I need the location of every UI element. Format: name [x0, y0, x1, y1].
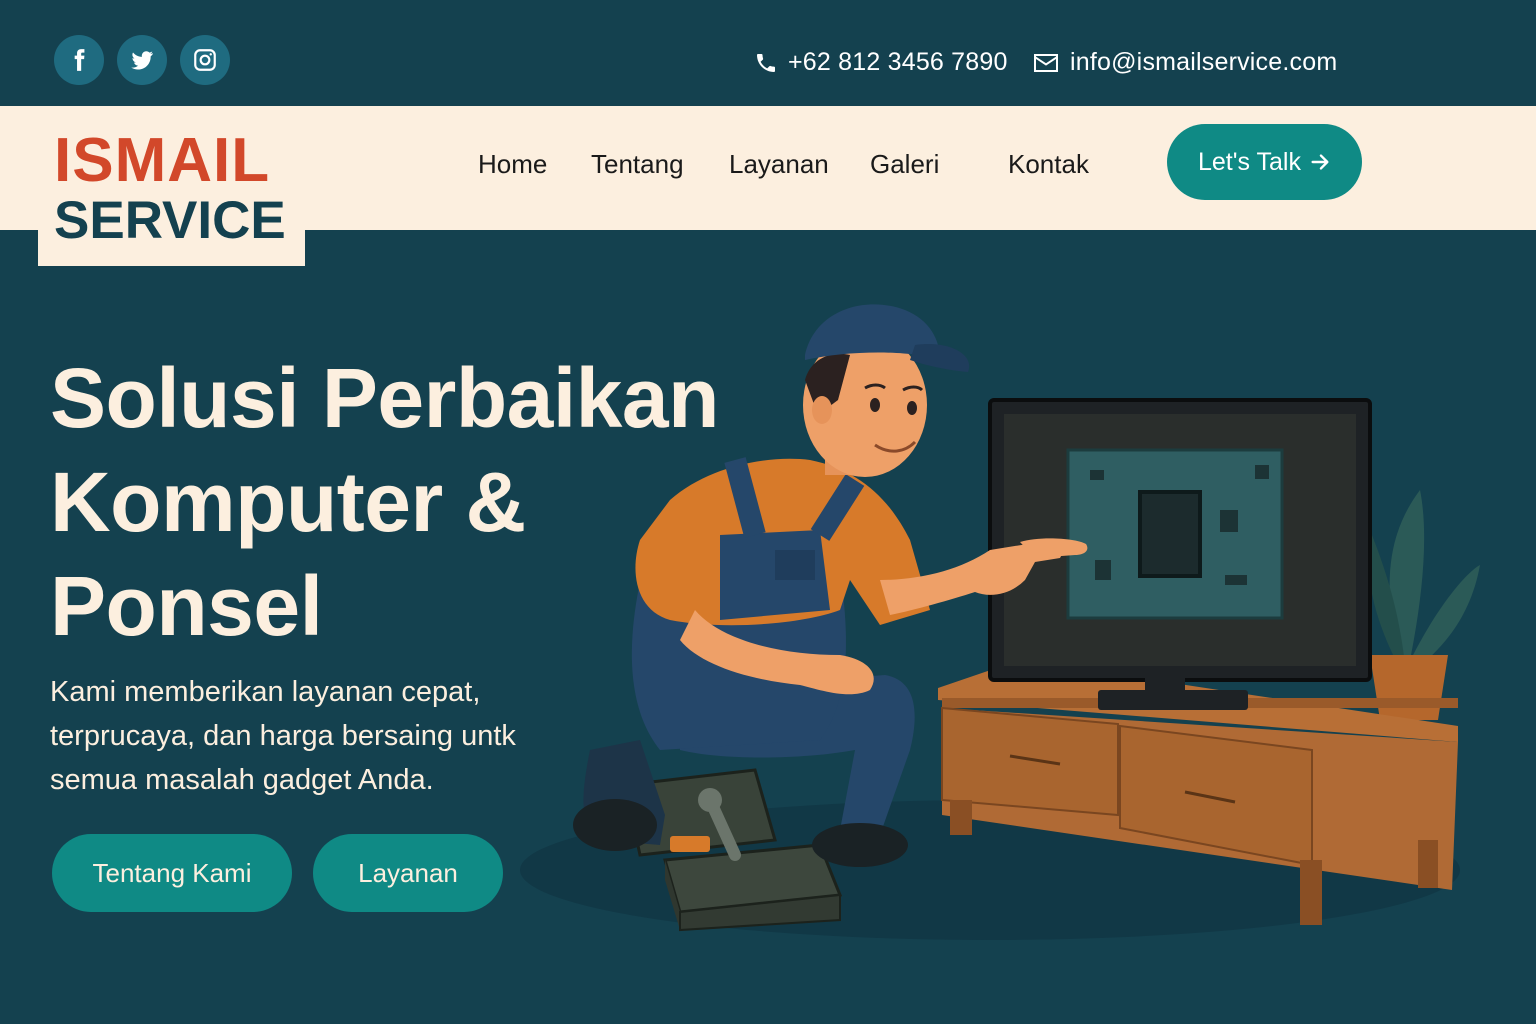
hero-subtitle-line: terprucaya, dan harga bersaing untk	[50, 720, 516, 752]
nav-galeri[interactable]: Galeri	[870, 149, 939, 180]
lets-talk-button[interactable]: Let's Talk	[1167, 124, 1362, 200]
twitter-icon	[131, 51, 153, 70]
facebook-link[interactable]	[54, 35, 104, 85]
phone-icon	[757, 53, 775, 72]
nav-layanan[interactable]: Layanan	[729, 149, 829, 180]
facebook-icon	[74, 49, 85, 71]
contact-phone[interactable]: +62 812 3456 7890	[754, 48, 1008, 77]
about-button[interactable]: Tentang Kami	[52, 834, 292, 912]
hero-subtitle: Kami memberikan layanan cepat, terprucay…	[50, 670, 570, 802]
plant	[1368, 490, 1480, 720]
contact-email[interactable]: info@ismailservice.com	[1032, 48, 1337, 77]
services-button[interactable]: Layanan	[313, 834, 503, 912]
logo[interactable]: ISMAIL SERVICE	[38, 106, 305, 266]
hero-subtitle-line: Kami memberikan layanan cepat,	[50, 676, 481, 708]
twitter-link[interactable]	[117, 35, 167, 85]
technician-illustration	[520, 304, 1480, 940]
instagram-icon	[194, 49, 216, 71]
logo-line-1: ISMAIL	[54, 126, 271, 195]
nav-kontak[interactable]: Kontak	[1008, 149, 1089, 180]
nav-home[interactable]: Home	[478, 149, 547, 180]
nav-tentang[interactable]: Tentang	[591, 149, 684, 180]
arrow-right-icon	[1311, 154, 1329, 170]
phone-text: +62 812 3456 7890	[788, 48, 1008, 76]
top-bar: +62 812 3456 7890 info@ismailservice.com	[0, 0, 1536, 106]
email-text: info@ismailservice.com	[1070, 48, 1338, 76]
mail-icon	[1034, 53, 1058, 72]
logo-line-2: SERVICE	[54, 191, 286, 250]
instagram-link[interactable]	[180, 35, 230, 85]
lets-talk-label: Let's Talk	[1198, 147, 1301, 176]
hero-subtitle-line: semua masalah gadget Anda.	[50, 764, 434, 796]
social-links	[54, 35, 230, 85]
